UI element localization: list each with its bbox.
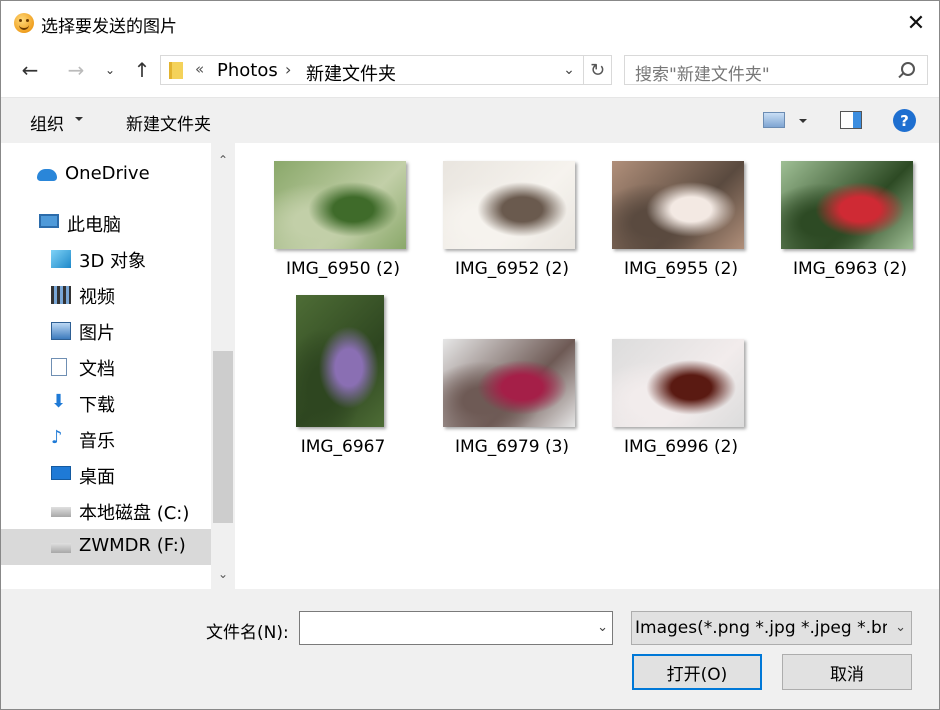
up-button[interactable]: ↑ bbox=[129, 57, 155, 83]
image-preview[interactable] bbox=[274, 161, 406, 249]
filename-label: 文件名(N): bbox=[206, 623, 289, 643]
sidebar-item[interactable]: 桌面 bbox=[1, 457, 211, 493]
help-icon[interactable]: ? bbox=[893, 109, 916, 132]
search-box[interactable]: 搜索"新建文件夹" bbox=[624, 55, 928, 85]
scroll-up-icon[interactable]: ⌃ bbox=[211, 143, 235, 177]
title-bar: 选择要发送的图片 ✕ bbox=[1, 1, 939, 45]
filename-input[interactable]: ⌄ bbox=[299, 611, 613, 645]
sidebar-item-label: 本地磁盘 (C:) bbox=[79, 503, 190, 524]
sidebar-item-label: 文档 bbox=[79, 359, 115, 380]
organize-caret-icon[interactable] bbox=[75, 117, 83, 121]
scroll-down-icon[interactable]: ⌄ bbox=[211, 559, 235, 589]
sidebar-item-label: OneDrive bbox=[65, 163, 150, 184]
image-preview[interactable] bbox=[443, 339, 575, 427]
sidebar-item[interactable]: 本地磁盘 (C:) bbox=[1, 493, 211, 529]
file-list: IMG_6950 (2) IMG_6952 (2) IMG_6955 (2) IMG_… bbox=[239, 143, 939, 589]
scroll-thumb[interactable] bbox=[213, 351, 233, 523]
download-icon: ⬇ bbox=[51, 391, 67, 412]
dialog-footer: 文件名(N): ⌄ Images(*.png *.jpg *.jpeg *.bm… bbox=[1, 589, 939, 709]
recent-locations-button[interactable]: ⌄ bbox=[101, 57, 119, 83]
sidebar-item-label: 图片 bbox=[79, 323, 115, 344]
file-name[interactable]: IMG_6950 (2) bbox=[258, 259, 428, 279]
onedrive-icon bbox=[37, 169, 57, 181]
filename-dropdown-icon[interactable]: ⌄ bbox=[597, 620, 608, 635]
video-icon bbox=[51, 286, 71, 304]
file-name[interactable]: IMG_6979 (3) bbox=[427, 437, 597, 457]
drive-c-icon bbox=[51, 507, 71, 517]
pictures-icon bbox=[51, 322, 71, 340]
search-icon[interactable] bbox=[901, 62, 915, 76]
close-button[interactable]: ✕ bbox=[893, 1, 939, 45]
nav-scrollbar[interactable]: ⌃ ⌄ bbox=[211, 143, 235, 589]
window-title: 选择要发送的图片 bbox=[41, 17, 177, 37]
image-preview[interactable] bbox=[296, 295, 384, 427]
navigation-bar: ← → ⌄ ↑ « Photos › 新建文件夹 ⌄ ↻ 搜索"新建文件夹" bbox=[1, 45, 939, 97]
sidebar-item-label: ZWMDR (F:) bbox=[79, 535, 186, 556]
pc-icon bbox=[39, 214, 59, 228]
file-name[interactable]: IMG_6963 (2) bbox=[765, 259, 935, 279]
address-bar[interactable]: « Photos › 新建文件夹 ⌄ ↻ bbox=[160, 55, 612, 85]
sidebar-item[interactable]: ⬇ 下载 bbox=[1, 385, 211, 421]
file-type-filter[interactable]: Images(*.png *.jpg *.jpeg *.bmp) ⌄ bbox=[631, 611, 912, 645]
file-name[interactable]: IMG_6996 (2) bbox=[596, 437, 766, 457]
organize-menu[interactable]: 组织 bbox=[30, 110, 64, 135]
file-name[interactable]: IMG_6955 (2) bbox=[596, 259, 766, 279]
3d-objects-icon bbox=[51, 250, 71, 268]
sidebar-item[interactable]: 文档 bbox=[1, 349, 211, 385]
file-type-value[interactable]: Images(*.png *.jpg *.jpeg *.bmp) bbox=[635, 618, 887, 638]
open-button[interactable]: 打开(O) bbox=[632, 654, 762, 690]
address-dropdown-icon[interactable]: ⌄ bbox=[557, 58, 581, 82]
sidebar-item[interactable]: OneDrive bbox=[1, 157, 211, 193]
sidebar-item[interactable]: 此电脑 bbox=[1, 205, 211, 241]
preview-pane-icon[interactable] bbox=[840, 111, 862, 129]
file-open-dialog: 选择要发送的图片 ✕ ← → ⌄ ↑ « Photos › 新建文件夹 ⌄ ↻ … bbox=[0, 0, 940, 710]
file-name[interactable]: IMG_6967 bbox=[258, 437, 428, 457]
command-toolbar: 组织 新建文件夹 ? bbox=[1, 97, 939, 143]
sidebar-item[interactable]: 视频 bbox=[1, 277, 211, 313]
breadcrumb-overflow[interactable]: « bbox=[195, 60, 204, 78]
change-view-icon[interactable] bbox=[763, 112, 785, 128]
desktop-icon bbox=[51, 466, 71, 480]
image-preview[interactable] bbox=[612, 161, 744, 249]
app-smiley-icon bbox=[14, 13, 34, 33]
breadcrumb-new-folder[interactable]: 新建文件夹 bbox=[306, 60, 396, 86]
view-options-caret-icon[interactable] bbox=[799, 119, 807, 123]
file-name[interactable]: IMG_6952 (2) bbox=[427, 259, 597, 279]
folder-icon bbox=[169, 62, 183, 79]
image-preview[interactable] bbox=[781, 161, 913, 249]
sidebar-item-label: 下载 bbox=[79, 395, 115, 416]
forward-button[interactable]: → bbox=[63, 57, 89, 83]
cancel-button[interactable]: 取消 bbox=[782, 654, 912, 690]
navigation-pane: OneDrive 此电脑 3D 对象视频图片文档 ⬇ 下载 ♪ 音乐桌面本地磁盘 (C:) Z… bbox=[1, 143, 211, 589]
breadcrumb-photos[interactable]: Photos bbox=[217, 60, 278, 81]
sidebar-item-label: 3D 对象 bbox=[79, 251, 147, 272]
file-type-dropdown-icon[interactable]: ⌄ bbox=[895, 620, 906, 635]
sidebar-item-label: 视频 bbox=[79, 287, 115, 308]
image-preview[interactable] bbox=[612, 339, 744, 427]
new-folder-button[interactable]: 新建文件夹 bbox=[126, 110, 211, 135]
refresh-button[interactable]: ↻ bbox=[583, 56, 611, 84]
sidebar-item-label: 此电脑 bbox=[67, 215, 121, 236]
documents-icon bbox=[51, 358, 67, 376]
image-preview[interactable] bbox=[443, 161, 575, 249]
search-input[interactable]: 搜索"新建文件夹" bbox=[635, 60, 770, 85]
sidebar-item[interactable]: ZWMDR (F:) bbox=[1, 529, 211, 565]
sidebar-item[interactable]: 图片 bbox=[1, 313, 211, 349]
sidebar-item-label: 音乐 bbox=[79, 431, 115, 452]
drive-f-icon bbox=[51, 543, 71, 553]
music-icon: ♪ bbox=[51, 427, 63, 448]
sidebar-item[interactable]: 3D 对象 bbox=[1, 241, 211, 277]
back-button[interactable]: ← bbox=[17, 57, 43, 83]
breadcrumb-separator-icon[interactable]: › bbox=[285, 60, 291, 79]
sidebar-item-label: 桌面 bbox=[79, 467, 115, 488]
sidebar-item[interactable]: ♪ 音乐 bbox=[1, 421, 211, 457]
